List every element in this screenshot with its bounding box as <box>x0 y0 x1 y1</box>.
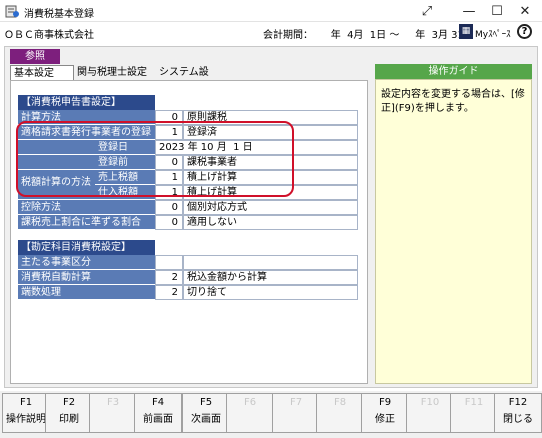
period-range: 年 4月 1日 ～ 年 3月 31日 <box>318 30 474 41</box>
tab-basic-settings[interactable]: 基本設定 <box>10 65 74 81</box>
f5-button[interactable]: F5 次画面 <box>182 393 230 433</box>
taxable-sales-ratio-label: 課税売上割合に準ずる割合 <box>18 215 155 230</box>
auto-calc-value: 税込金額から計算 <box>183 270 358 285</box>
myspace-button[interactable]: Myｽﾍﾟｰｽ <box>475 27 511 40</box>
window-title: 消費税基本登録 <box>24 9 94 20</box>
rounding-code[interactable]: 2 <box>155 285 183 300</box>
f8-button: F8 <box>316 393 364 433</box>
main-business-value <box>183 255 358 270</box>
main-business-label: 主たる事業区分 <box>18 255 155 270</box>
taxable-sales-ratio-code[interactable]: 0 <box>155 215 183 230</box>
reference-badge: 参照 <box>10 49 60 64</box>
taxable-sales-ratio-value: 適用しない <box>183 215 358 230</box>
deduction-method-label: 控除方法 <box>18 200 155 215</box>
f7-button: F7 <box>272 393 320 433</box>
period-label: 会計期間： <box>263 30 313 41</box>
deduction-method-code[interactable]: 0 <box>155 200 183 215</box>
tab-system-settings[interactable]: システム設定 <box>156 65 220 93</box>
resize-icon[interactable]: ⤢ <box>404 0 450 22</box>
guide-title: 操作ガイド <box>375 64 532 79</box>
section-header-consumption-tax-report: 【消費税申告書設定】 <box>18 95 155 110</box>
rounding-value: 切り捨て <box>183 285 358 300</box>
f12-button[interactable]: F12 閉じる <box>494 393 542 433</box>
f10-button: F10 <box>406 393 454 433</box>
app-icon <box>5 5 19 18</box>
f9-button[interactable]: F9 修正 <box>361 393 409 433</box>
f11-button: F11 <box>450 393 498 433</box>
guide-text: 設定内容を変更する場合は、[修正](F9)を押します。 <box>375 79 532 384</box>
auto-calc-label: 消費税自動計算 <box>18 270 155 285</box>
f4-button[interactable]: F4 前画面 <box>134 393 182 433</box>
f6-button: F6 <box>226 393 274 433</box>
auto-calc-code[interactable]: 2 <box>155 270 183 285</box>
close-button[interactable]: ✕ <box>502 0 542 22</box>
myspace-icon[interactable]: ▦ <box>459 24 473 39</box>
help-icon[interactable]: ? <box>517 24 532 39</box>
main-business-code[interactable] <box>155 255 183 270</box>
deduction-method-value: 個別対応方式 <box>183 200 358 215</box>
rounding-label: 端数処理 <box>18 285 155 300</box>
section-header-account-tax: 【勘定科目消費税設定】 <box>18 240 155 255</box>
f1-button[interactable]: F1 操作説明 <box>2 393 50 433</box>
f2-button[interactable]: F2 印刷 <box>45 393 93 433</box>
company-name: ＯＢＣ商事株式会社 <box>4 30 94 41</box>
f3-button: F3 <box>89 393 137 433</box>
highlight-box <box>16 121 294 197</box>
tab-tax-accountant-settings[interactable]: 関与税理士設定 <box>74 65 154 81</box>
